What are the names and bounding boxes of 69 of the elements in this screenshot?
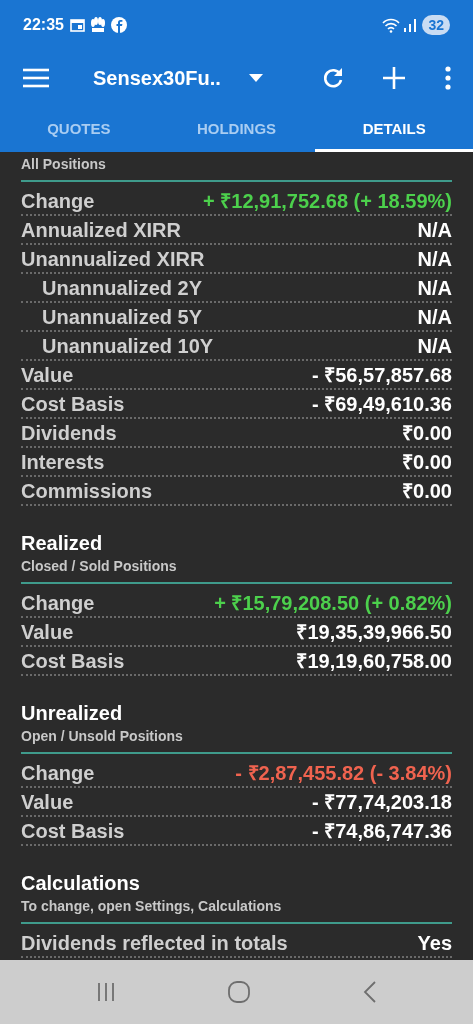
- tab[interactable]: QUOTES: [0, 106, 158, 152]
- menu-button[interactable]: [23, 68, 49, 88]
- row-label: Unannualized XIRR: [21, 246, 205, 272]
- section-subtitle: To change, open Settings, Calculations: [21, 897, 283, 916]
- menu-icon: [23, 68, 49, 88]
- row-label: Dividends: [21, 420, 117, 446]
- row-label: Commissions: [21, 478, 153, 504]
- wifi-icon: [382, 17, 401, 33]
- row-value: - ₹69,49,610.36: [312, 391, 452, 417]
- row-value: N/A: [417, 304, 452, 330]
- row-value: N/A: [417, 217, 452, 243]
- home-icon: [228, 981, 251, 1003]
- section-subtitle: All Positions: [21, 155, 107, 174]
- row-value: ₹0.00: [402, 478, 452, 504]
- section-title: Realized: [21, 531, 104, 555]
- row-value: - ₹2,87,455.82 (- 3.84%): [235, 760, 452, 786]
- row-value: N/A: [417, 246, 452, 272]
- row-label: Dividends reflected in totals: [21, 930, 288, 956]
- row-value: N/A: [417, 275, 452, 301]
- row-label: Cost Basis: [21, 648, 125, 674]
- more-icon: [445, 66, 451, 90]
- row-value: + ₹15,79,208.50 (+ 0.82%): [214, 590, 452, 616]
- row-value: ₹0.00: [402, 420, 452, 446]
- row-label: Change: [21, 760, 95, 786]
- status-time: 22:35: [23, 15, 64, 35]
- add-button[interactable]: [383, 67, 405, 89]
- row-value: Yes: [417, 930, 452, 956]
- peacock-icon: [88, 16, 107, 34]
- row-label: Value: [21, 362, 74, 388]
- row-label: Cost Basis: [21, 818, 125, 844]
- section-title: Unrealized: [21, 701, 124, 725]
- row-label: Unannualized 10Y: [41, 333, 214, 359]
- row-value: ₹19,35,39,966.50: [296, 619, 452, 645]
- row-value: - ₹56,57,857.68: [312, 362, 452, 388]
- section-title: Calculations: [21, 871, 141, 895]
- row-label: Change: [21, 590, 95, 616]
- battery-badge: 32: [422, 15, 450, 35]
- row-label: Value: [21, 789, 74, 815]
- back-button[interactable]: [362, 981, 377, 1003]
- row-label: Annualized XIRR: [21, 217, 181, 243]
- facebook-icon: [110, 17, 127, 33]
- back-icon: [362, 981, 377, 1003]
- recent-apps-button[interactable]: [96, 982, 117, 1002]
- row-value: - ₹74,86,747.36: [312, 818, 452, 844]
- row-value: ₹0.00: [402, 449, 452, 475]
- row-value: - ₹77,74,203.18: [312, 789, 452, 815]
- tab[interactable]: DETAILS: [315, 106, 473, 152]
- section-subtitle: Closed / Sold Positions: [21, 557, 178, 576]
- recent-apps-icon: [96, 982, 117, 1002]
- portfolio-dropdown[interactable]: Sensex30Fu..: [93, 63, 263, 93]
- row-label: Unannualized 2Y: [41, 275, 203, 301]
- row-label: Interests: [21, 449, 105, 475]
- row-label: Unannualized 5Y: [41, 304, 203, 330]
- row-label: Cost Basis: [21, 391, 125, 417]
- plus-icon: [383, 67, 405, 89]
- more-button[interactable]: [445, 66, 451, 90]
- row-label: Change: [21, 188, 95, 214]
- refresh-icon: [321, 66, 345, 90]
- section-subtitle: Open / Unsold Positions: [21, 727, 184, 746]
- caret-icon: [248, 74, 263, 82]
- calendar-icon: [69, 18, 85, 32]
- row-value: ₹19,19,60,758.00: [296, 648, 452, 674]
- home-button[interactable]: [228, 981, 251, 1003]
- row-label: Value: [21, 619, 74, 645]
- row-value: + ₹12,91,752.68 (+ 18.59%): [203, 188, 452, 214]
- tab[interactable]: HOLDINGS: [157, 106, 316, 152]
- refresh-button[interactable]: [321, 66, 345, 90]
- signal-icon: [404, 18, 417, 32]
- row-value: N/A: [417, 333, 452, 359]
